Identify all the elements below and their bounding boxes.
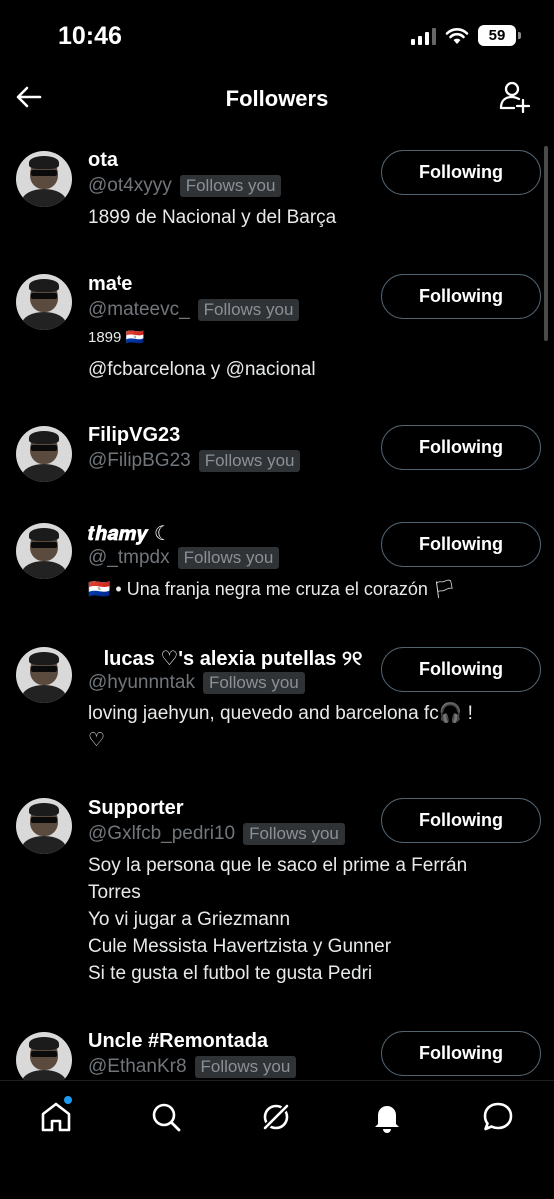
follower-bio-small: 1899 🇵🇾 [88, 329, 145, 346]
bio-line: Yo vi jugar a Griezmann [88, 909, 291, 930]
bio-line: 1899 de Nacional y del Barça [88, 207, 337, 228]
following-button[interactable]: Following [381, 150, 541, 195]
followers-list: ota @ot4xyyy Follows you 1899 de Naciona… [0, 140, 554, 1080]
follows-you-badge: Follows you [243, 823, 345, 845]
follower-name: FilipVG23 [88, 424, 181, 446]
bio-line: @fcbarcelona y @nacional [88, 359, 316, 380]
status-time: 10:46 [58, 22, 122, 50]
handle-line: @EthanKr8 Follows you [88, 1056, 297, 1078]
notifications-icon[interactable] [369, 1099, 405, 1135]
avatar[interactable] [16, 274, 72, 330]
notification-dot [64, 1096, 72, 1104]
handle-line: @mateevc_ Follows you [88, 299, 300, 321]
search-icon[interactable] [148, 1099, 184, 1135]
follower-handle: @mateevc_ [88, 299, 190, 320]
following-button[interactable]: Following [381, 798, 541, 843]
top-bar: Followers [0, 70, 554, 128]
follower-handle: @EthanKr8 [88, 1056, 187, 1077]
wifi-icon [445, 27, 469, 44]
follower-bio: 1899 de Nacional y del Barça [88, 204, 514, 231]
follower-name: 𝒕𝒉𝒂𝒎𝒚 ☾ [88, 523, 172, 545]
follower-bio: 🇵🇾 • Una franja negra me cruza el corazó… [88, 576, 514, 603]
bio-line: Torres [88, 882, 141, 903]
avatar[interactable] [16, 798, 72, 854]
follower-handle: @_tmpdx [88, 547, 170, 568]
bottom-nav [0, 1080, 554, 1199]
follows-you-badge: Follows you [202, 672, 305, 694]
handle-line: @FilipBG23 Follows you [88, 450, 301, 472]
follower-bio: loving jaehyun, quevedo and barcelona fc… [88, 700, 514, 754]
add-user-icon[interactable] [498, 80, 532, 114]
follower-handle: @ot4xyyy [88, 175, 172, 196]
handle-line: @ot4xyyy Follows you [88, 175, 282, 197]
page-title: Followers [225, 86, 329, 111]
follows-you-badge: Follows you [194, 1056, 297, 1078]
grok-icon[interactable] [258, 1099, 294, 1135]
handle-line: @Gxlfcb_pedri10 Follows you [88, 823, 345, 845]
following-button[interactable]: Following [381, 425, 541, 470]
following-button[interactable]: Following [381, 274, 541, 319]
follows-you-badge: Follows you [197, 299, 300, 321]
follower-handle: @Gxlfcb_pedri10 [88, 823, 236, 844]
following-button[interactable]: Following [381, 647, 541, 692]
avatar[interactable] [16, 151, 72, 207]
avatar[interactable] [16, 426, 72, 482]
messages-icon[interactable] [480, 1099, 516, 1135]
follower-bio: @fcbarcelona y @nacional [88, 356, 514, 383]
follows-you-badge: Follows you [198, 450, 301, 472]
bio-line: Cule Messista Havertzista y Gunner [88, 936, 392, 957]
bio-line: ♡ [88, 730, 106, 751]
avatar[interactable] [16, 523, 72, 579]
follower-name: Supporter [88, 797, 184, 819]
following-button[interactable]: Following [381, 522, 541, 567]
follower-handle: @FilipBG23 [88, 450, 191, 471]
cellular-signal-icon [411, 27, 436, 45]
follows-you-badge: Follows you [179, 175, 282, 197]
follower-name: maᵗe [88, 273, 133, 295]
handle-line: @hyunnntak Follows you [88, 672, 305, 694]
home-icon[interactable] [38, 1096, 74, 1135]
handle-line: @_tmpdx Follows you [88, 547, 280, 569]
follower-name: ota [88, 149, 118, 171]
status-icons: 59 [411, 25, 521, 46]
follower-bio: Soy la persona que le saco el prime a Fe… [88, 852, 514, 987]
follower-handle: @hyunnntak [88, 672, 195, 693]
bio-line: loving jaehyun, quevedo and barcelona fc… [88, 703, 473, 724]
follower-name: ⠀lucas ♡'s alexia putellas ୨୧ [88, 648, 363, 670]
avatar[interactable] [16, 647, 72, 703]
battery-indicator: 59 [478, 25, 521, 46]
bio-line: Soy la persona que le saco el prime a Fe… [88, 855, 468, 876]
bio-line: 🇵🇾 • Una franja negra me cruza el corazó… [88, 579, 456, 599]
follows-you-badge: Follows you [177, 547, 280, 569]
follower-name: Uncle #Remontada [88, 1030, 269, 1052]
bio-line: Si te gusta el futbol te gusta Pedri [88, 963, 373, 984]
following-button[interactable]: Following [381, 1031, 541, 1076]
avatar[interactable] [16, 1032, 72, 1080]
status-bar: 10:46 59 [0, 0, 554, 70]
battery-level: 59 [488, 27, 506, 44]
